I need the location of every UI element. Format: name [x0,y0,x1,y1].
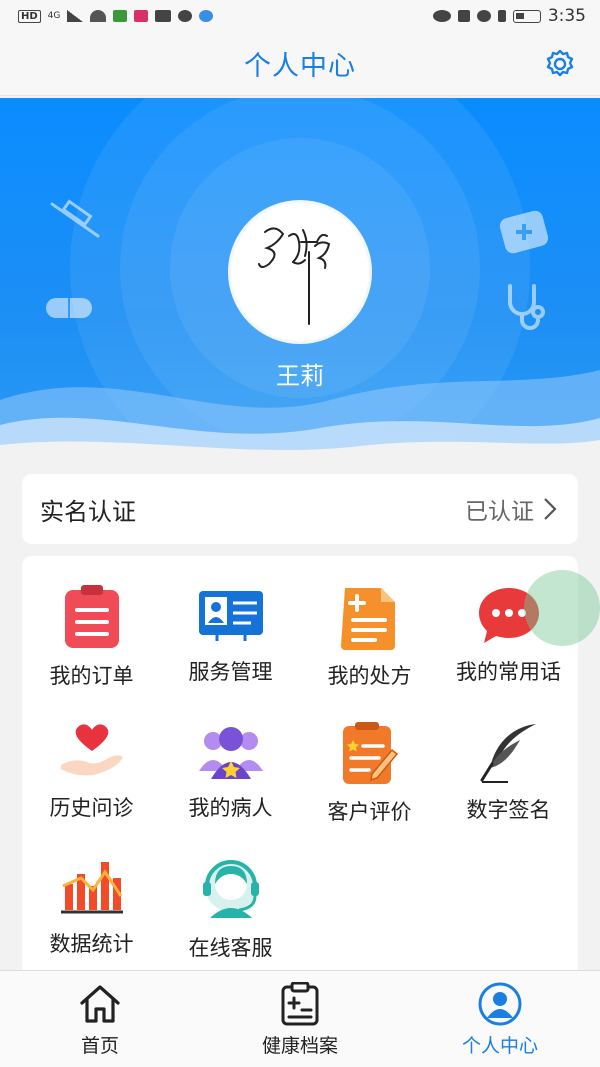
feather-pen-icon [474,720,544,784]
signature-avatar [258,227,331,325]
app-notification-icon-3 [199,10,214,22]
hd-indicator: HD [18,9,41,23]
menu-item-data-statistics[interactable]: 数据统计 [22,828,161,958]
user-name: 王莉 [276,362,324,390]
status-right: 3:35 [432,6,586,26]
message-icon [178,10,193,22]
health-record-icon [277,981,323,1027]
menu-item-label: 我的常用话 [456,660,561,684]
patients-group-icon [196,720,266,782]
chevron-right-icon [544,498,557,520]
menu-item-label: 我的订单 [49,664,134,688]
syringe-icon [50,199,100,238]
headset-service-icon [196,856,266,922]
nav-label: 个人中心 [461,1034,538,1057]
eye-icon [432,10,451,22]
menu-item-label: 我的处方 [327,664,412,688]
verification-status: 已认证 [465,499,534,525]
mail-icon [155,10,172,22]
id-card-icon [196,584,266,646]
profile-hero: 王莉 [0,98,600,460]
verification-title: 实名认证 [40,497,136,526]
wifi-icon [90,10,107,22]
menu-item-label: 数据统计 [49,932,134,956]
menu-item-digital-signature[interactable]: 数字签名 [439,692,578,822]
nav-profile[interactable]: 个人中心 [400,971,600,1067]
user-icon [477,981,523,1027]
verification-status-group: 已认证 [465,492,558,526]
bottom-navigation: 首页 健康档案 个人中心 [0,970,600,1067]
page-title: 个人中心 [244,51,356,82]
menu-item-online-support[interactable]: 在线客服 [161,828,300,960]
menu-item-label: 历史问诊 [49,796,134,820]
top-header: 个人中心 [0,32,600,96]
menu-item-customer-reviews[interactable]: 客户评价 [300,692,439,824]
status-left: HD 4G [18,9,214,23]
bar-chart-icon [57,856,127,918]
status-bar: HD 4G 3:35 [0,0,600,32]
menu-item-label: 服务管理 [188,660,273,684]
avatar[interactable] [228,200,372,344]
home-icon [77,981,123,1027]
app-notification-icon [113,10,128,22]
signal-icon [67,10,84,22]
order-clipboard-icon [57,584,127,650]
heart-hand-icon [57,720,127,782]
nav-home[interactable]: 首页 [0,971,200,1067]
floating-assistive-button[interactable] [524,570,600,646]
nav-label: 健康档案 [261,1034,338,1057]
menu-item-my-patients[interactable]: 我的病人 [161,692,300,822]
menu-item-consultation-history[interactable]: 历史问诊 [22,692,161,822]
menu-item-my-orders[interactable]: 我的订单 [22,556,161,688]
gear-icon [546,49,574,77]
clock: 3:35 [547,6,586,26]
nav-health-records[interactable]: 健康档案 [200,971,400,1067]
menu-item-label: 客户评价 [327,800,412,824]
prescription-document-icon [335,584,405,650]
menu-item-label: 数字签名 [466,798,551,822]
network-type: 4G [47,11,61,21]
menu-item-label: 我的病人 [188,796,273,820]
feature-grid: 我的订单 服务管理 我的处方 我的常用话 历史问诊 我的病人 客户评价 数字签名… [22,556,578,976]
menu-item-my-prescriptions[interactable]: 我的处方 [300,556,439,688]
bluetooth-icon [497,10,506,22]
nav-label: 首页 [80,1034,119,1057]
nfc-icon [457,10,470,22]
app-notification-icon-2 [134,10,149,22]
menu-item-label: 在线客服 [188,936,273,960]
battery-icon [512,9,541,23]
review-clipboard-icon [335,720,405,786]
alarm-icon [476,10,491,22]
settings-button[interactable] [540,44,580,84]
real-name-verification-row[interactable]: 实名认证 已认证 [22,474,578,544]
menu-item-service-management[interactable]: 服务管理 [161,556,300,686]
medical-kit-icon [499,210,549,254]
